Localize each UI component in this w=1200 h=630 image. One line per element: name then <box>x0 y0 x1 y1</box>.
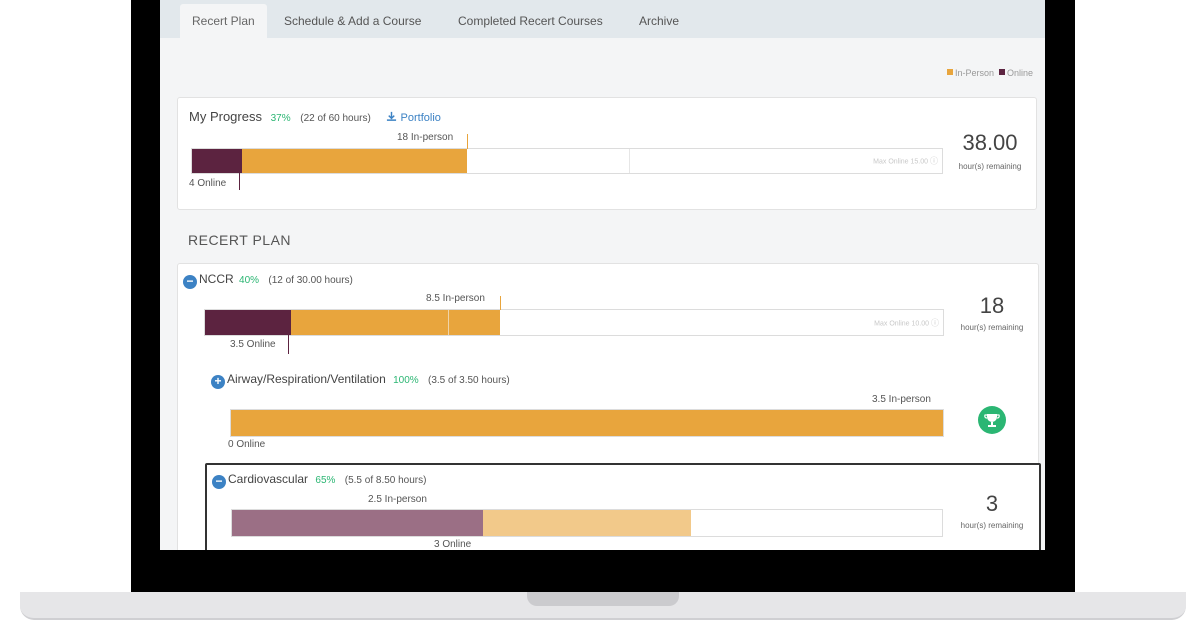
nccr-card: − NCCR 40% (12 of 30.00 hours) 8.5 In-per… <box>177 263 1041 550</box>
trophy-icon <box>978 406 1006 434</box>
tab-schedule-add-course[interactable]: Schedule & Add a Course <box>272 4 433 38</box>
progress-title-row: My Progress 37% (22 of 60 hours) Portfol… <box>189 109 441 124</box>
progress-pct: 37% <box>270 113 291 124</box>
progress-title: My Progress <box>189 109 262 124</box>
progress-online-tick <box>239 173 240 190</box>
expand-icon[interactable]: + <box>211 375 225 389</box>
cardio-remaining-number: 3 <box>985 491 999 516</box>
nccr-online-tick <box>288 335 289 354</box>
airway-hours: (3.5 of 3.50 hours) <box>428 375 510 386</box>
nccr-in-person-tick <box>500 296 501 310</box>
cardio-remaining-text: hour(s) remaining <box>960 521 1024 530</box>
nccr-in-person-segment <box>291 310 501 335</box>
progress-in-person-segment <box>242 149 467 173</box>
nccr-online-label: 3.5 Online <box>230 339 276 350</box>
airway-in-person-segment <box>231 410 943 436</box>
airway-title-row: + Airway/Respiration/Ventilation 100% (3.… <box>211 372 510 389</box>
cardio-title-row: − Cardiovascular 65% (5.5 of 8.50 hours) <box>212 472 426 489</box>
portfolio-label: Portfolio <box>400 112 441 124</box>
nccr-title-row: − NCCR 40% (12 of 30.00 hours) <box>183 272 353 289</box>
progress-online-segment <box>192 149 242 173</box>
progress-online-label: 4 Online <box>189 178 227 189</box>
legend-swatch-online <box>998 69 1005 75</box>
progress-bar: Max Online 15.00 ⓘ <box>191 148 943 174</box>
cardio-in-person-segment <box>482 510 692 536</box>
cardio-in-person-label: 2.5 In-person <box>368 494 427 505</box>
cardio-title: Cardiovascular <box>228 472 309 486</box>
nccr-bar-divider <box>448 310 449 335</box>
nccr-remaining-number: 18 <box>979 293 1005 318</box>
nccr-remaining-text: hour(s) remaining <box>960 323 1024 332</box>
progress-max-online: Max Online 15.00 ⓘ <box>873 156 938 166</box>
nccr-max-online: Max Online 10.00 ⓘ <box>874 318 939 327</box>
nccr-title: NCCR <box>199 272 234 286</box>
legend-online: Online <box>1006 68 1033 78</box>
cardio-pct: 65% <box>315 475 336 486</box>
recert-plan-heading: RECERT PLAN <box>188 232 292 248</box>
portfolio-link[interactable]: Portfolio <box>386 111 441 124</box>
info-icon: ⓘ <box>930 156 938 166</box>
airway-pct: 100% <box>393 375 419 386</box>
airway-title: Airway/Respiration/Ventilation <box>227 372 386 386</box>
info-icon: ⓘ <box>931 318 939 327</box>
cardio-online-label: 3 Online <box>434 539 472 550</box>
nccr-hours: (12 of 30.00 hours) <box>268 275 353 286</box>
progress-remaining-number: 38.00 <box>962 130 1018 155</box>
download-icon <box>387 111 397 121</box>
nccr-bar: Max Online 10.00 ⓘ <box>204 309 944 336</box>
cardio-bar <box>231 509 943 537</box>
nccr-online-segment <box>205 310 292 335</box>
tab-completed-recert-courses[interactable]: Completed Recert Courses <box>446 4 615 38</box>
cardio-online-segment <box>232 510 483 536</box>
tab-recert-plan[interactable]: Recert Plan <box>180 4 267 38</box>
nccr-in-person-label: 8.5 In-person <box>426 293 485 304</box>
progress-in-person-tick <box>467 134 468 149</box>
cardio-hours: (5.5 of 8.50 hours) <box>344 475 427 486</box>
progress-hours: (22 of 60 hours) <box>300 113 371 124</box>
tab-archive[interactable]: Archive <box>627 4 691 38</box>
collapse-icon[interactable]: − <box>183 275 197 289</box>
tab-bar: Recert Plan Schedule & Add a Course Comp… <box>160 0 1045 38</box>
progress-bar-divider <box>629 149 630 173</box>
legend: In-Person Online <box>946 68 1033 78</box>
collapse-icon[interactable]: − <box>212 475 226 489</box>
progress-card: My Progress 37% (22 of 60 hours) Portfol… <box>177 97 1037 210</box>
cardio-box: − Cardiovascular 65% (5.5 of 8.50 hours) … <box>205 463 1041 550</box>
nccr-pct: 40% <box>239 275 260 286</box>
legend-swatch-in-person <box>946 69 953 75</box>
airway-bar <box>230 409 944 437</box>
airway-online-label: 0 Online <box>228 439 266 450</box>
progress-remaining-text: hour(s) remaining <box>958 162 1022 171</box>
progress-in-person-label: 18 In-person <box>397 132 454 143</box>
app-screen: Recert Plan Schedule & Add a Course Comp… <box>160 0 1045 550</box>
airway-in-person-label: 3.5 In-person <box>872 394 931 405</box>
laptop-notch <box>527 592 679 606</box>
legend-in-person: In-Person <box>954 68 994 78</box>
